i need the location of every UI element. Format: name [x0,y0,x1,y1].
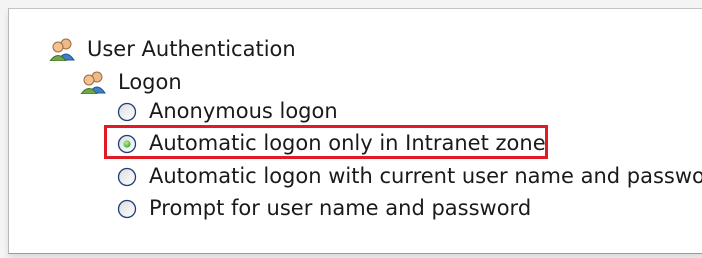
radio-option-label: Automatic logon with current user name a… [149,164,702,188]
radio-option-label: Anonymous logon [149,99,338,123]
radio-option-prompt-for-credentials[interactable]: Prompt for user name and password [117,198,531,219]
users-icon [49,37,77,61]
radio-button-icon[interactable] [117,167,137,187]
tree-node-user-authentication[interactable]: User Authentication [49,37,296,61]
radio-button-selected-icon[interactable] [117,134,137,154]
security-settings-panel: User Authentication Logon Anonymous logo… [8,8,702,254]
tree-node-logon[interactable]: Logon [80,70,182,94]
tree-node-label: User Authentication [87,36,296,61]
radio-button-icon[interactable] [117,102,137,122]
tree-node-label: Logon [118,69,182,94]
radio-option-anonymous-logon[interactable]: Anonymous logon [117,101,338,122]
radio-button-icon[interactable] [117,199,137,219]
users-icon [80,70,108,94]
radio-option-automatic-logon-intranet[interactable]: Automatic logon only in Intranet zone [117,133,546,154]
radio-option-label: Prompt for user name and password [149,196,532,220]
radio-option-label: Automatic logon only in Intranet zone [149,131,546,155]
radio-option-automatic-logon-current-user[interactable]: Automatic logon with current user name a… [117,166,702,187]
